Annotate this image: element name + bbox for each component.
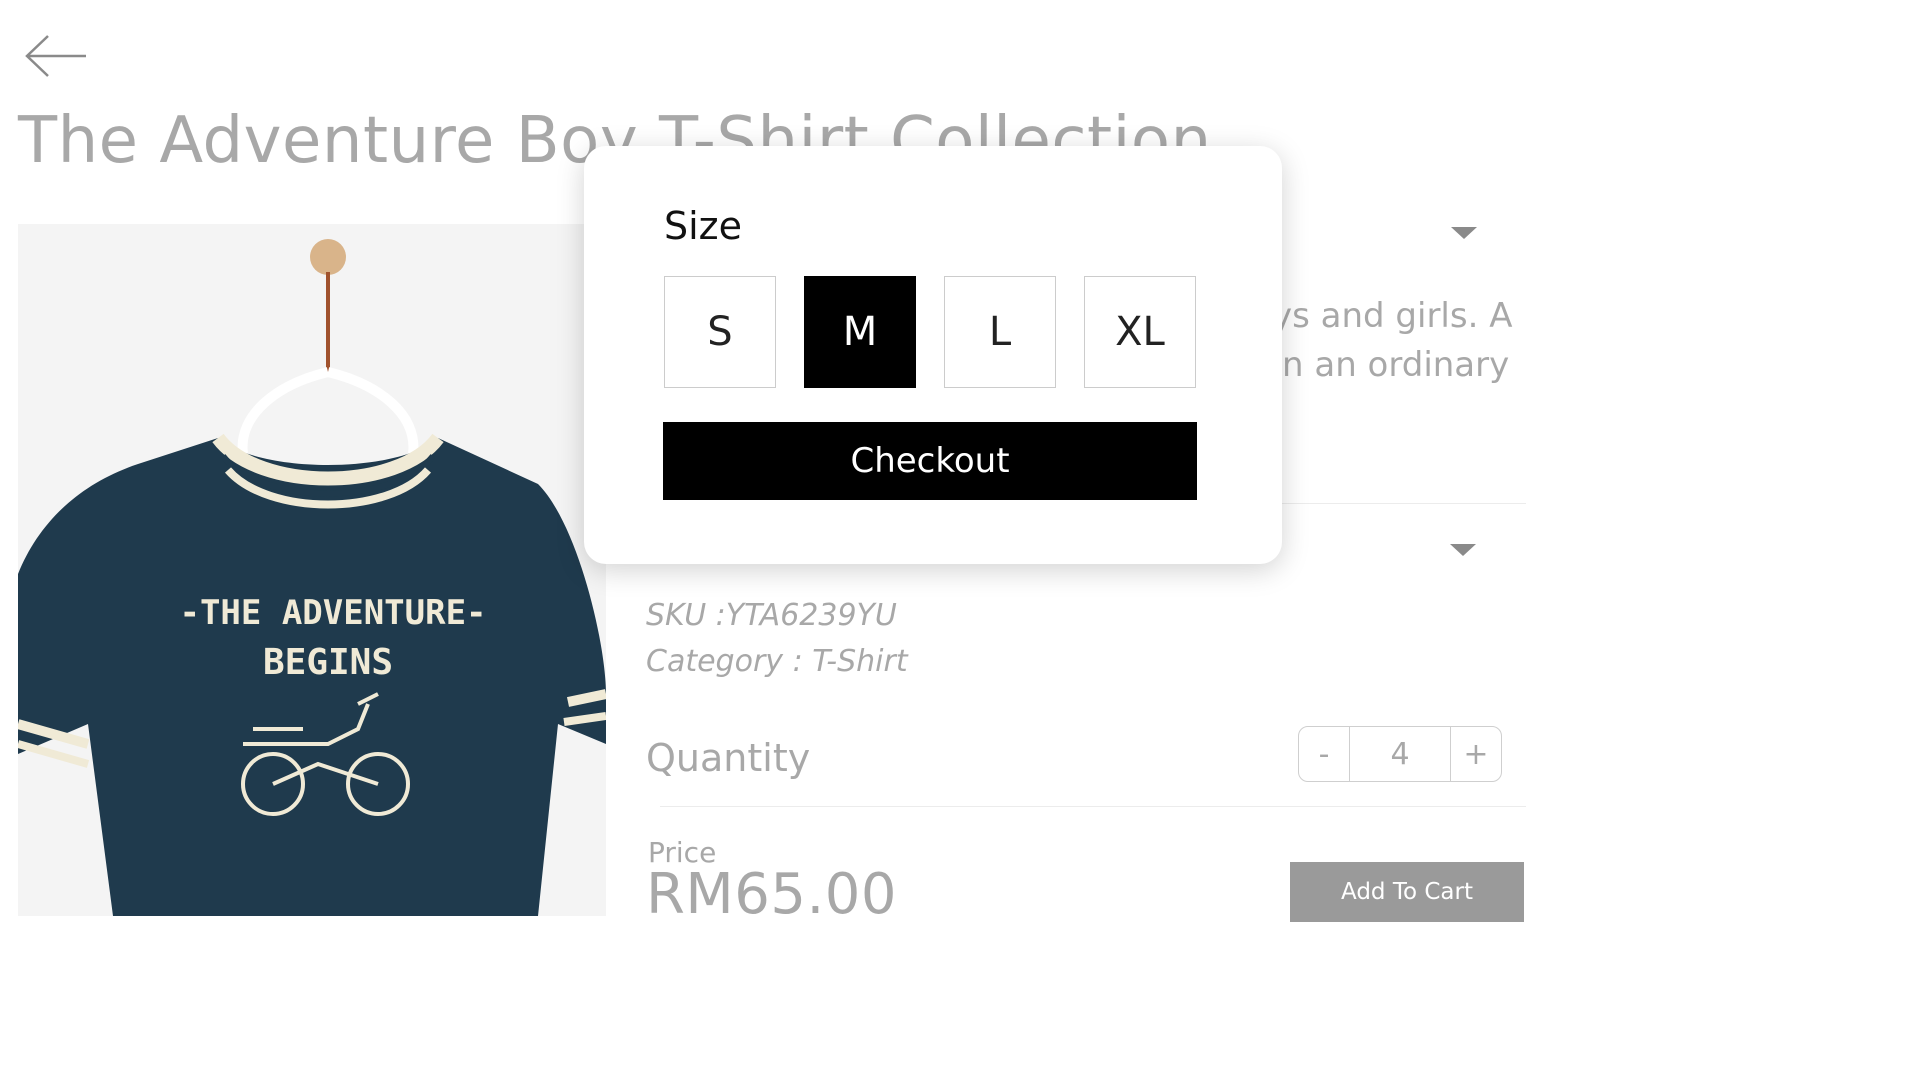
checkout-button[interactable]: Checkout	[663, 422, 1197, 500]
description-line-1: ys and girls. A	[1272, 296, 1513, 336]
category-text: Category : T-Shirt	[646, 644, 908, 679]
divider	[1282, 503, 1526, 504]
size-option-xl[interactable]: XL	[1084, 276, 1196, 388]
caret-down-icon[interactable]	[1450, 544, 1476, 556]
size-option-l[interactable]: L	[944, 276, 1056, 388]
arrow-left-icon	[25, 35, 86, 77]
quantity-increment-button[interactable]: +	[1451, 727, 1501, 781]
product-page: The Adventure Boy T-Shirt Collection -TH…	[0, 0, 1920, 1080]
size-popup: Size S M L XL Checkout	[584, 146, 1282, 564]
divider	[660, 806, 1526, 807]
size-title: Size	[664, 204, 743, 248]
sku-text: SKU :YTA6239YU	[646, 598, 897, 633]
size-option-m[interactable]: M	[804, 276, 916, 388]
size-option-s[interactable]: S	[664, 276, 776, 388]
size-options: S M L XL	[664, 276, 1224, 388]
add-to-cart-button[interactable]: Add To Cart	[1290, 862, 1524, 922]
print-text-line1: -THE ADVENTURE-	[179, 593, 486, 633]
price-value: RM65.00	[646, 862, 898, 927]
print-text-line2: BEGINS	[263, 642, 393, 683]
caret-down-icon[interactable]	[1451, 227, 1477, 239]
quantity-label: Quantity	[646, 736, 811, 780]
back-button[interactable]	[24, 34, 88, 78]
description-line-2: n an ordinary	[1282, 345, 1510, 385]
quantity-decrement-button[interactable]: -	[1299, 727, 1349, 781]
product-image: -THE ADVENTURE- BEGINS	[18, 224, 606, 916]
quantity-stepper: - 4 +	[1298, 726, 1502, 782]
quantity-value[interactable]: 4	[1349, 727, 1451, 781]
